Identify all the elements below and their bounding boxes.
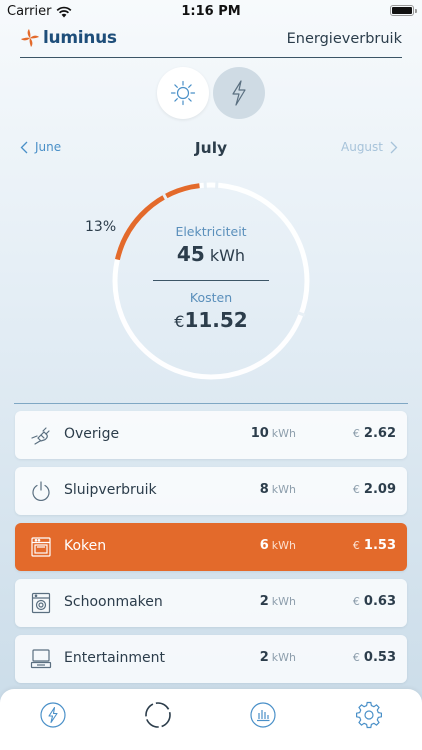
category-cost: €2.62: [352, 426, 396, 441]
sun-icon: [170, 80, 196, 106]
category-name: Koken: [64, 538, 107, 554]
luminus-logo: luminus: [20, 28, 117, 48]
gear-icon: [356, 701, 382, 729]
cost-amount: 11.52: [184, 308, 248, 332]
app-header: luminus Energieverbruik: [20, 26, 402, 58]
category-kwh: 6 kWh: [259, 538, 296, 553]
status-bar: Carrier 1:16 PM: [0, 0, 422, 22]
chevron-right-icon: [390, 141, 398, 153]
bolt-icon: [40, 702, 66, 728]
category-row-overige[interactable]: Overige 10 kWh €2.62: [15, 411, 407, 459]
electricity-value: 45 kWh: [108, 242, 314, 266]
category-kwh: 2 kWh: [259, 594, 296, 609]
tv-icon: [30, 649, 52, 669]
electricity-label: Elektriciteit: [175, 224, 247, 239]
bolt-icon: [232, 80, 246, 106]
category-cost: €2.09: [352, 482, 396, 497]
cost-currency: €: [174, 312, 185, 331]
cost-label: Kosten: [189, 290, 233, 305]
logo-text: luminus: [43, 28, 117, 48]
usage-summary: Elektriciteit 45 kWh Kosten €11.52: [108, 178, 314, 384]
status-time: 1:16 PM: [181, 4, 241, 19]
plug-icon: [31, 427, 50, 445]
tab-overview[interactable]: [143, 700, 173, 730]
tab-settings[interactable]: [354, 700, 384, 730]
category-cost: €0.53: [352, 650, 396, 665]
category-name: Sluipverbruik: [64, 482, 157, 498]
category-name: Overige: [64, 426, 120, 442]
category-row-sluipverbruik[interactable]: Sluipverbruik 8 kWh €2.09: [15, 467, 407, 515]
tab-bar: [0, 689, 422, 750]
category-kwh: 2 kWh: [259, 650, 296, 665]
summary-divider: [153, 280, 269, 281]
tab-statistics[interactable]: [248, 700, 278, 730]
category-kwh: 10 kWh: [250, 426, 296, 441]
next-month-label: August: [341, 140, 383, 154]
washing-machine-icon: [31, 592, 51, 614]
battery-icon: [390, 5, 417, 16]
solar-mode-button[interactable]: [157, 67, 209, 119]
luminus-logo-icon: [21, 29, 39, 47]
ring-chart-icon: [145, 702, 171, 728]
page-title: Energieverbruik: [286, 31, 402, 47]
category-name: Entertainment: [64, 650, 166, 666]
electricity-unit: kWh: [209, 246, 246, 265]
electricity-mode-button[interactable]: [213, 67, 265, 119]
category-kwh: 8 kWh: [259, 482, 296, 497]
category-row-koken[interactable]: Koken 6 kWh €1.53: [15, 523, 407, 571]
category-row-schoonmaken[interactable]: Schoonmaken 2 kWh €0.63: [15, 579, 407, 627]
oven-icon: [31, 537, 51, 557]
electricity-amount: 45: [176, 242, 205, 266]
category-cost: €0.63: [352, 594, 396, 609]
category-cost: €1.53: [352, 538, 396, 553]
cost-value: €11.52: [108, 308, 314, 332]
power-icon: [32, 481, 50, 502]
bar-chart-icon: [250, 702, 276, 728]
category-name: Schoonmaken: [64, 594, 163, 610]
tab-electricity[interactable]: [38, 700, 68, 730]
category-row-entertainment[interactable]: Entertainment 2 kWh €0.53: [15, 635, 407, 683]
list-divider: [14, 403, 408, 404]
next-month-link[interactable]: August: [341, 140, 398, 154]
